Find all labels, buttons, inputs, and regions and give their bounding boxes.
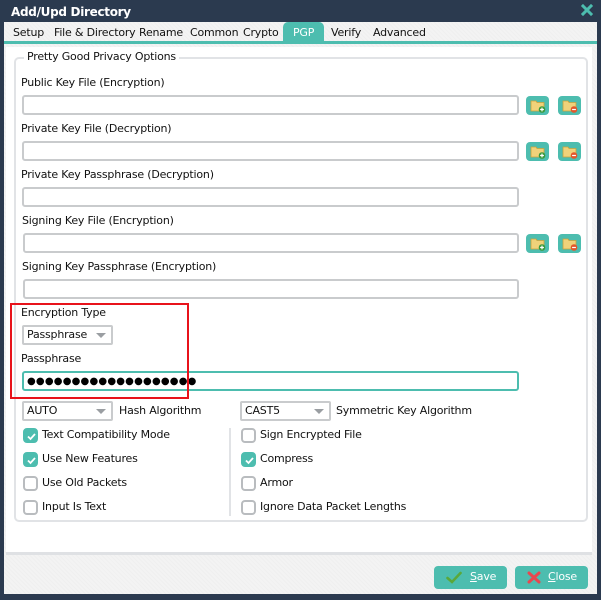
private-key-passphrase-label: Private Key Passphrase (Decryption) — [21, 168, 214, 181]
tab-rename[interactable]: Rename — [135, 23, 187, 42]
close-button[interactable]: Close — [515, 566, 588, 589]
signing-key-file-input[interactable] — [23, 233, 519, 253]
checkbox-label: Ignore Data Packet Lengths — [260, 500, 407, 513]
folder-add-icon — [530, 238, 546, 251]
private-key-remove-button[interactable] — [558, 142, 581, 161]
window-title: Add/Upd Directory — [11, 5, 131, 19]
save-label: Save — [470, 570, 497, 583]
tab-bar: Setup File & Directory Rename Common Cry… — [4, 22, 597, 44]
signing-key-remove-button[interactable] — [558, 234, 581, 253]
checkbox-checked-icon — [23, 428, 38, 443]
checkbox-label: Compress — [260, 452, 314, 465]
tab-verify[interactable]: Verify — [327, 23, 365, 42]
signing-key-passphrase-input[interactable] — [23, 279, 519, 299]
tab-crypto[interactable]: Crypto — [239, 23, 283, 42]
checkbox-checked-icon — [23, 452, 38, 467]
save-button[interactable]: Save — [434, 566, 507, 589]
hash-algorithm-value: AUTO — [27, 404, 58, 417]
symmetric-key-algorithm-value: CAST5 — [245, 404, 280, 417]
close-x-icon — [527, 571, 541, 584]
private-key-file-label: Private Key File (Decryption) — [21, 122, 172, 135]
checkbox-unchecked-icon — [241, 476, 256, 491]
title-bar: Add/Upd Directory — [0, 0, 601, 24]
folder-add-icon — [530, 100, 546, 113]
checkbox-label: Input Is Text — [42, 500, 107, 513]
hash-algorithm-label: Hash Algorithm — [119, 404, 202, 417]
checkbox-checked-icon — [241, 452, 256, 467]
options-divider — [229, 428, 231, 516]
signing-key-add-button[interactable] — [526, 234, 549, 253]
checkbox-unchecked-icon — [23, 476, 38, 491]
tab-pgp[interactable]: PGP — [283, 22, 325, 43]
tab-common[interactable]: Common — [186, 23, 242, 42]
chevron-down-icon — [314, 409, 324, 414]
checkbox-unchecked-icon — [241, 428, 256, 443]
checkbox-label: Text Compatibility Mode — [42, 428, 170, 441]
checkbox-label: Use Old Packets — [42, 476, 127, 489]
checkbox-label: Sign Encrypted File — [260, 428, 362, 441]
highlight-annotation — [10, 303, 189, 399]
folder-remove-icon — [562, 238, 578, 251]
public-key-add-button[interactable] — [526, 96, 549, 115]
signing-key-file-label: Signing Key File (Encryption) — [22, 214, 174, 227]
folder-remove-icon — [562, 146, 578, 159]
checkbox-label: Armor — [260, 476, 293, 489]
folder-add-icon — [530, 146, 546, 159]
private-key-passphrase-input[interactable] — [22, 187, 519, 207]
public-key-file-label: Public Key File (Encryption) — [21, 76, 165, 89]
private-key-file-input[interactable] — [22, 141, 519, 161]
symmetric-key-algorithm-select[interactable]: CAST5 — [240, 401, 331, 421]
checkbox-unchecked-icon — [241, 500, 256, 515]
chevron-down-icon — [96, 409, 106, 414]
group-legend: Pretty Good Privacy Options — [24, 50, 179, 63]
checkbox-unchecked-icon — [23, 500, 38, 515]
hash-algorithm-select[interactable]: AUTO — [22, 401, 113, 421]
private-key-add-button[interactable] — [526, 142, 549, 161]
tab-setup[interactable]: Setup — [9, 23, 48, 42]
close-window-icon[interactable] — [581, 4, 593, 16]
symmetric-key-algorithm-label: Symmetric Key Algorithm — [336, 404, 472, 417]
tab-advanced[interactable]: Advanced — [369, 23, 430, 42]
checkmark-icon — [446, 571, 462, 584]
close-label: Close — [548, 570, 577, 583]
folder-remove-icon — [562, 100, 578, 113]
public-key-remove-button[interactable] — [558, 96, 581, 115]
public-key-file-input[interactable] — [22, 95, 519, 115]
tab-file-directory[interactable]: File & Directory — [50, 23, 139, 42]
signing-key-passphrase-label: Signing Key Passphrase (Encryption) — [22, 260, 217, 273]
checkbox-label: Use New Features — [42, 452, 138, 465]
